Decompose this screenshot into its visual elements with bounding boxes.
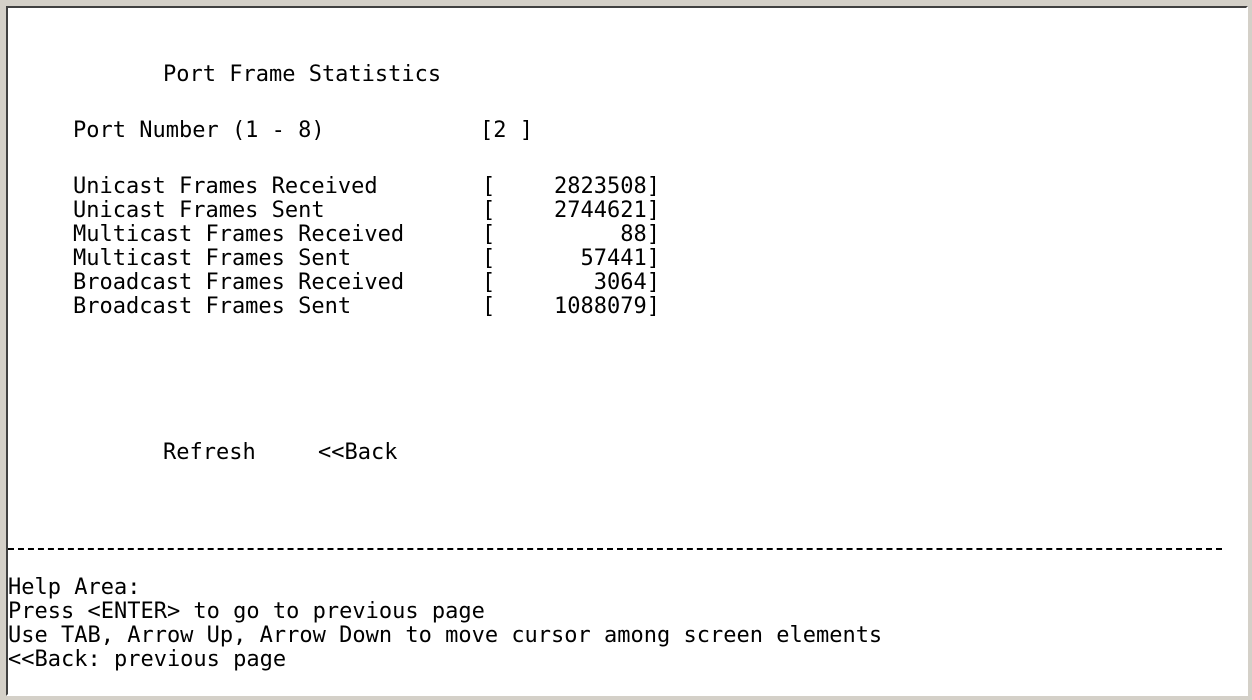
- stat-bracket: [: [482, 198, 496, 223]
- stat-label-multicast-received: Multicast Frames Received: [73, 222, 405, 247]
- page-title: Port Frame Statistics: [163, 62, 442, 87]
- terminal-screen: Port Frame Statistics Port Number (1 - 8…: [6, 6, 1248, 696]
- back-button[interactable]: <<Back: [318, 441, 397, 465]
- stat-bracket: [: [482, 222, 496, 247]
- stat-label-broadcast-received: Broadcast Frames Received: [73, 270, 405, 295]
- stat-label-unicast-sent: Unicast Frames Sent: [73, 198, 325, 223]
- help-divider: [8, 548, 1222, 550]
- stat-label-broadcast-sent: Broadcast Frames Sent: [73, 294, 352, 319]
- refresh-button[interactable]: Refresh: [163, 441, 256, 465]
- stat-value-broadcast-received: 3064]: [593, 270, 660, 295]
- help-line-back: <<Back: previous page: [8, 647, 287, 672]
- port-number-label: Port Number (1 - 8): [73, 118, 325, 143]
- stat-value-unicast-received: 2823508]: [554, 174, 660, 199]
- stat-label-unicast-received: Unicast Frames Received: [73, 174, 378, 199]
- help-line-enter: Press <ENTER> to go to previous page: [8, 599, 485, 624]
- terminal-window: Port Frame Statistics Port Number (1 - 8…: [0, 0, 1252, 700]
- stat-bracket: [: [482, 294, 496, 319]
- stat-label-multicast-sent: Multicast Frames Sent: [73, 246, 352, 271]
- stat-bracket: [: [482, 174, 496, 199]
- stat-bracket: [: [482, 246, 496, 271]
- help-line-navigation: Use TAB, Arrow Up, Arrow Down to move cu…: [8, 623, 883, 648]
- stat-value-multicast-sent: 57441]: [580, 246, 660, 271]
- stat-bracket: [: [482, 270, 496, 295]
- stat-value-broadcast-sent: 1088079]: [554, 294, 660, 319]
- port-number-input[interactable]: [2 ]: [480, 119, 533, 143]
- stat-value-unicast-sent: 2744621]: [554, 198, 660, 223]
- stat-value-multicast-received: 88]: [620, 222, 660, 247]
- help-heading: Help Area:: [8, 575, 141, 600]
